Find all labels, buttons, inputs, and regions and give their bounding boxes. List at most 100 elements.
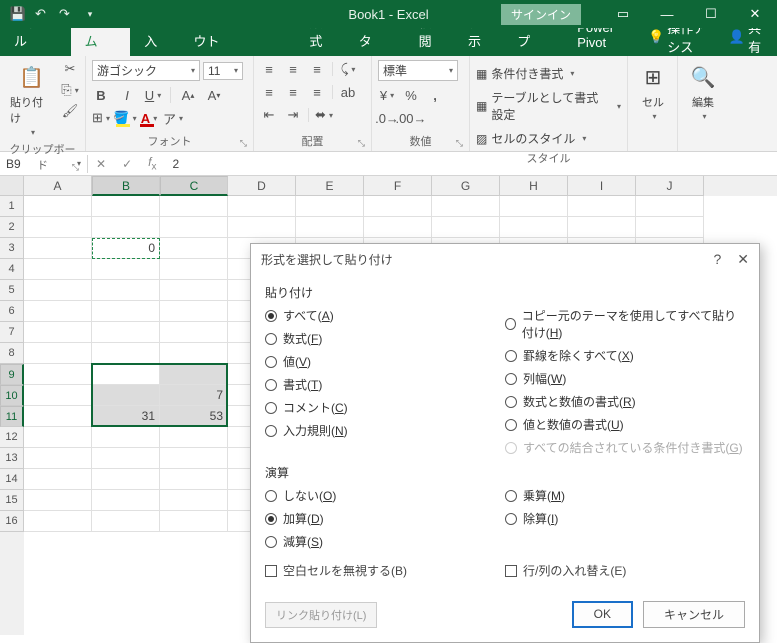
formula-bar[interactable]: 2 <box>164 155 777 173</box>
qat-customize-icon[interactable]: ▾ <box>80 4 100 24</box>
radio-option[interactable]: 乗算(M) <box>505 487 745 504</box>
cut-icon[interactable]: ✂ <box>61 60 79 78</box>
col-header-I[interactable]: I <box>568 176 636 196</box>
radio-option[interactable]: 値(V) <box>265 353 505 370</box>
cell[interactable]: 7 <box>160 385 228 406</box>
percent-icon[interactable]: % <box>402 86 420 104</box>
clipboard-dialog-launcher[interactable]: ⤡ <box>72 162 79 173</box>
radio-option[interactable]: 列幅(W) <box>505 370 745 387</box>
cell[interactable] <box>24 511 92 532</box>
row-header-6[interactable]: 6 <box>0 301 24 322</box>
cell[interactable] <box>92 322 160 343</box>
cell[interactable]: 53 <box>160 406 228 427</box>
cell[interactable] <box>432 217 500 238</box>
fx-icon[interactable]: fx <box>140 155 164 172</box>
row-header-14[interactable]: 14 <box>0 469 24 490</box>
cell[interactable] <box>160 322 228 343</box>
cell[interactable] <box>92 427 160 448</box>
row-header-7[interactable]: 7 <box>0 322 24 343</box>
cell[interactable] <box>92 301 160 322</box>
col-header-E[interactable]: E <box>296 176 364 196</box>
number-dialog-launcher[interactable]: ⤡ <box>456 138 463 149</box>
col-header-D[interactable]: D <box>228 176 296 196</box>
row-header-12[interactable]: 12 <box>0 427 24 448</box>
undo-icon[interactable]: ↶ <box>32 4 52 24</box>
decrease-decimal-icon[interactable]: .00→ <box>402 109 420 127</box>
row-header-1[interactable]: 1 <box>0 196 24 217</box>
cell[interactable] <box>24 490 92 511</box>
paste-link-button[interactable]: リンク貼り付け(L) <box>265 602 377 628</box>
cell[interactable] <box>636 196 704 217</box>
radio-option[interactable]: 数式と数値の書式(R) <box>505 393 745 410</box>
cell[interactable] <box>160 427 228 448</box>
radio-option[interactable]: 入力規則(N) <box>265 422 505 439</box>
close-icon[interactable]: ✕ <box>733 0 777 28</box>
row-header-8[interactable]: 8 <box>0 343 24 364</box>
cell[interactable] <box>24 238 92 259</box>
align-bottom-icon[interactable]: ≡ <box>308 60 326 78</box>
cell[interactable] <box>24 364 92 385</box>
editing-button[interactable]: 🔍編集▾ <box>684 60 722 123</box>
cell[interactable] <box>92 511 160 532</box>
dialog-help-icon[interactable]: ? <box>713 251 721 268</box>
italic-icon[interactable]: I <box>118 86 136 104</box>
orientation-icon[interactable]: ⤹▾ <box>339 60 357 78</box>
copy-icon[interactable]: ⎘▾ <box>61 81 79 99</box>
radio-option[interactable]: 減算(S) <box>265 533 505 550</box>
align-left-icon[interactable]: ≡ <box>260 83 278 101</box>
cell[interactable] <box>296 196 364 217</box>
radio-option[interactable]: 書式(T) <box>265 376 505 393</box>
radio-option[interactable]: コメント(C) <box>265 399 505 416</box>
align-right-icon[interactable]: ≡ <box>308 83 326 101</box>
format-as-table-button[interactable]: ▦テーブルとして書式設定▾ <box>476 88 621 124</box>
minimize-icon[interactable]: ― <box>645 0 689 28</box>
wrap-text-icon[interactable]: ab <box>339 83 357 101</box>
ribbon-options-icon[interactable]: ▭ <box>601 0 645 28</box>
cells-button[interactable]: ⊞セル▾ <box>634 60 672 123</box>
cell[interactable] <box>92 343 160 364</box>
font-name-select[interactable]: 游ゴシック▾ <box>92 60 200 81</box>
cell[interactable]: 31 <box>92 406 160 427</box>
confirm-fx-icon[interactable]: ✓ <box>114 157 140 171</box>
cell[interactable] <box>92 217 160 238</box>
cell[interactable] <box>160 448 228 469</box>
font-size-select[interactable]: 11▾ <box>203 62 243 80</box>
redo-icon[interactable]: ↷ <box>56 4 76 24</box>
col-header-B[interactable]: B <box>92 176 160 196</box>
radio-option[interactable]: 数式(F) <box>265 330 505 347</box>
cell[interactable] <box>364 196 432 217</box>
col-header-A[interactable]: A <box>24 176 92 196</box>
cell[interactable] <box>296 217 364 238</box>
radio-option[interactable]: しない(O) <box>265 487 505 504</box>
row-header-13[interactable]: 13 <box>0 448 24 469</box>
row-header-16[interactable]: 16 <box>0 511 24 532</box>
border-icon[interactable]: ⊞▾ <box>92 109 110 127</box>
cell[interactable] <box>160 469 228 490</box>
col-header-H[interactable]: H <box>500 176 568 196</box>
font-dialog-launcher[interactable]: ⤡ <box>240 138 247 149</box>
cancel-button[interactable]: キャンセル <box>643 601 745 628</box>
cell[interactable] <box>24 406 92 427</box>
phonetic-icon[interactable]: ア▾ <box>164 109 182 127</box>
select-all-corner[interactable] <box>0 176 24 196</box>
align-top-icon[interactable]: ≡ <box>260 60 278 78</box>
cell[interactable] <box>160 301 228 322</box>
cell[interactable] <box>500 196 568 217</box>
cell[interactable] <box>24 301 92 322</box>
comma-icon[interactable]: , <box>426 86 444 104</box>
decrease-font-icon[interactable]: A▾ <box>205 86 223 104</box>
cell[interactable] <box>24 259 92 280</box>
paste-button[interactable]: 📋 貼り付け ▾ <box>6 60 57 139</box>
fill-color-icon[interactable]: 🪣▾ <box>116 109 134 127</box>
transpose-checkbox[interactable]: 行/列の入れ替え(E) <box>505 562 745 579</box>
cell[interactable] <box>24 322 92 343</box>
dialog-titlebar[interactable]: 形式を選択して貼り付け ? ✕ <box>251 244 759 274</box>
cell[interactable]: 2 <box>92 364 160 385</box>
cell[interactable] <box>24 448 92 469</box>
col-header-G[interactable]: G <box>432 176 500 196</box>
radio-option[interactable]: すべて(A) <box>265 307 505 324</box>
cell[interactable] <box>92 469 160 490</box>
cell-styles-button[interactable]: ▨セルのスタイル▾ <box>476 129 586 148</box>
row-header-15[interactable]: 15 <box>0 490 24 511</box>
skip-blanks-checkbox[interactable]: 空白セルを無視する(B) <box>265 562 505 579</box>
